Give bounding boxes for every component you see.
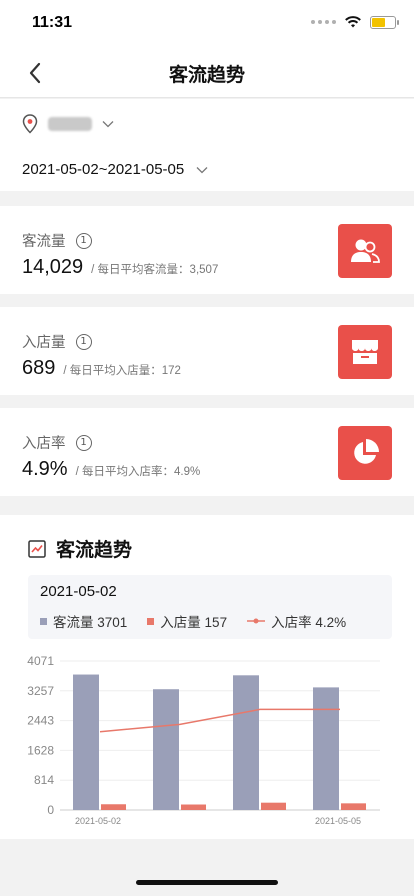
legend-entry: 入店量 157: [160, 615, 228, 630]
status-bar: 11:31: [0, 0, 414, 48]
metric-average: / 每日平均客流量：3,507: [91, 264, 219, 276]
metric-label: 客流量: [22, 234, 66, 250]
y-tick-label: 2443: [27, 714, 54, 728]
metric-card-traffic: 客流量 1 14,029 / 每日平均客流量：3,507: [0, 206, 414, 294]
metric-label: 入店量: [22, 335, 66, 351]
y-tick-label: 4071: [27, 654, 54, 668]
trend-title: 客流趋势: [56, 540, 133, 561]
y-tick-label: 1628: [27, 743, 54, 757]
bar-entry: [261, 802, 286, 810]
page-title: 客流趋势: [168, 65, 245, 86]
status-time: 11:31: [32, 14, 73, 31]
users-icon: [338, 224, 392, 278]
bar-traffic: [153, 689, 179, 810]
date-range-selector[interactable]: 2021-05-02~2021-05-05: [22, 161, 208, 178]
y-tick-label: 0: [47, 803, 54, 817]
legend-rate: 入店率 4.2%: [271, 615, 347, 630]
bar-traffic: [73, 674, 99, 810]
info-icon[interactable]: 1: [75, 434, 92, 451]
trend-chart: 0 814 1628 2443 3257 4071 2021-05-02 2021-05-05: [27, 654, 380, 826]
legend-line-rate: [247, 618, 266, 624]
chevron-down-icon: [196, 166, 208, 173]
battery-icon: [370, 15, 399, 29]
metric-label: 入店率: [22, 436, 66, 452]
status-icons: [311, 15, 399, 29]
nav-bar: 客流趋势: [0, 48, 414, 98]
chevron-down-icon: [102, 121, 114, 128]
bar-entry: [101, 804, 126, 810]
bar-traffic: [313, 687, 339, 810]
chart-tooltip: 2021-05-02 客流量 3701 入店量 157 入店率 4.2%: [28, 575, 392, 639]
location-pin-icon: [22, 114, 38, 134]
y-tick-label: 814: [34, 773, 54, 787]
legend-swatch-traffic: [40, 617, 47, 625]
metric-value: 14,029: [22, 256, 84, 278]
bottom-area: [0, 839, 414, 896]
trend-card: 客流趋势 2021-05-02 客流量 3701 入店量 157 入店率 4.2…: [0, 515, 414, 839]
bar-entry: [341, 803, 366, 810]
location-name-blurred: [48, 117, 92, 131]
info-icon[interactable]: 1: [75, 232, 92, 249]
x-tick-label: 2021-05-02: [75, 816, 121, 826]
bar-traffic: [233, 675, 259, 810]
metric-value: 4.9%: [22, 458, 68, 480]
metric-value: 689: [22, 357, 56, 379]
metric-card-entry: 入店量 1 689 / 每日平均入店量：172: [0, 307, 414, 395]
signal-icon: [311, 20, 336, 24]
legend-swatch-entry: [147, 617, 155, 625]
wifi-icon: [345, 16, 361, 28]
legend-traffic: 客流量 3701: [53, 615, 128, 630]
home-indicator: [136, 880, 278, 885]
tooltip-date: 2021-05-02: [40, 583, 117, 600]
metric-card-rate: 入店率 1 4.9% / 每日平均入店率：4.9%: [0, 408, 414, 496]
filter-card: 2021-05-02~2021-05-05: [0, 99, 414, 191]
metric-average: / 每日平均入店量：172: [63, 365, 181, 377]
trend-chart-icon: [28, 539, 46, 558]
pie-chart-icon: [338, 426, 392, 480]
date-range-text: 2021-05-02~2021-05-05: [22, 161, 185, 178]
bar-entry: [181, 804, 206, 810]
info-icon[interactable]: 1: [75, 333, 92, 350]
metric-average: / 每日平均入店率：4.9%: [75, 466, 201, 478]
y-tick-label: 3257: [27, 684, 54, 698]
store-icon: [338, 325, 392, 379]
tooltip-legend: 客流量 3701 入店量 157 入店率 4.2%: [40, 611, 346, 631]
location-selector[interactable]: [22, 114, 114, 134]
x-tick-label: 2021-05-05: [315, 816, 361, 826]
